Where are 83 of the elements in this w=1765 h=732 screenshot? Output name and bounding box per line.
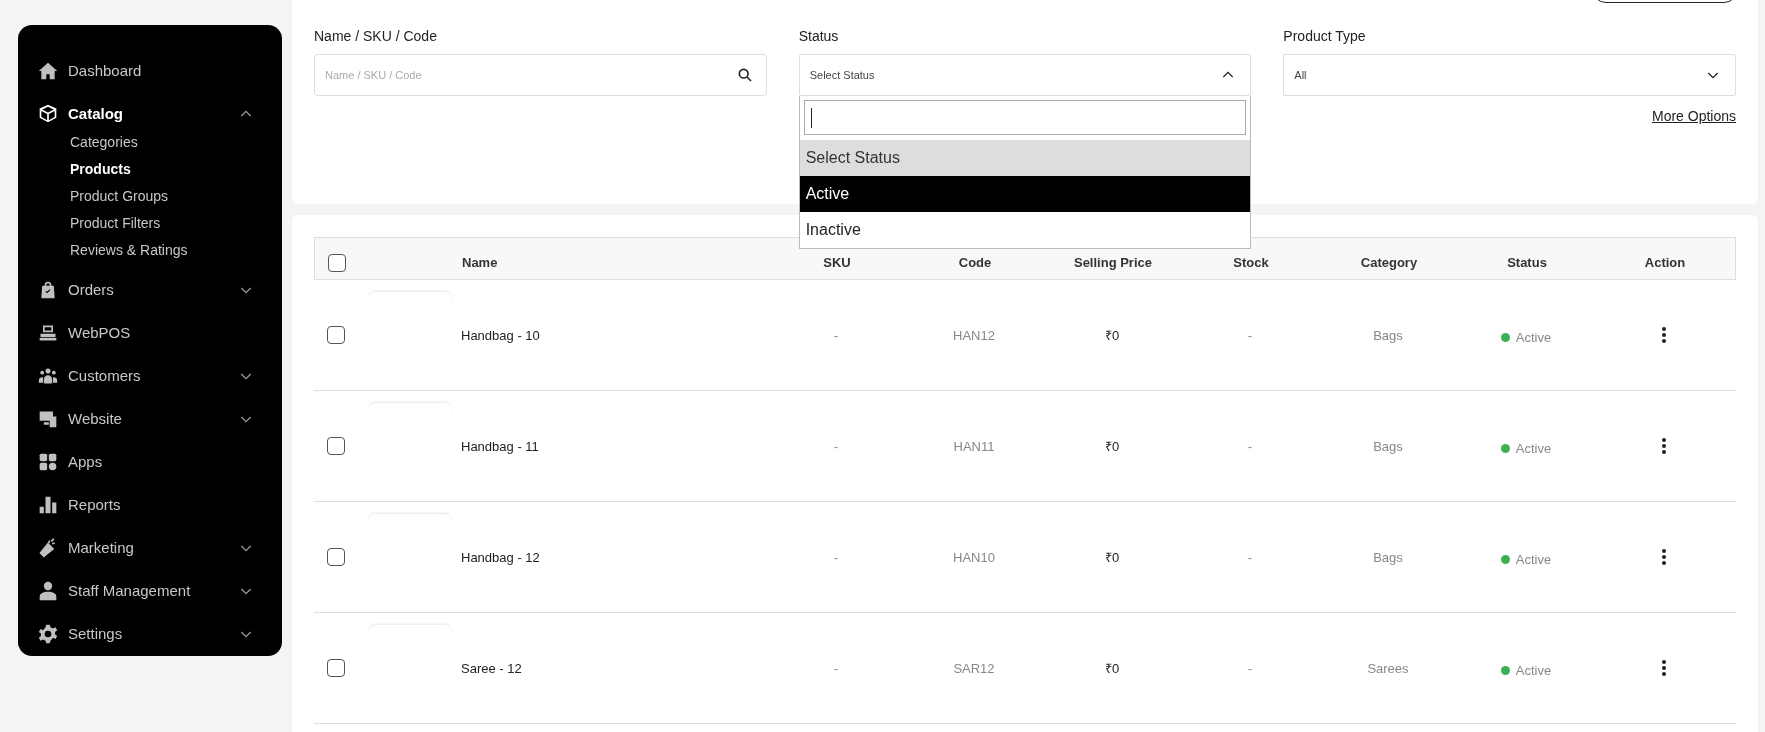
table-cell: Bags xyxy=(1373,327,1403,343)
status-text: Active xyxy=(1515,662,1552,678)
nav-subitem[interactable]: Reviews & Ratings xyxy=(70,237,188,264)
column-header: Name xyxy=(462,255,498,270)
more-vertical-icon[interactable] xyxy=(1662,327,1666,343)
table-cell: - xyxy=(1247,438,1253,454)
more-vertical-icon[interactable] xyxy=(1662,438,1666,454)
column-header: Stock xyxy=(1233,255,1269,270)
checkbox[interactable] xyxy=(328,253,346,272)
text-cursor xyxy=(810,107,812,128)
search-field[interactable]: Name / SKU / Code xyxy=(314,54,767,96)
dropdown-option[interactable]: Active xyxy=(799,176,1251,212)
house-icon xyxy=(38,60,58,81)
table-cell: HAN10 xyxy=(953,549,995,565)
column-header: Selling Price xyxy=(1073,255,1152,270)
table-cell: Bags xyxy=(1373,549,1403,565)
shopping-bag-icon xyxy=(38,279,58,300)
nav-subitem[interactable]: Products xyxy=(70,156,131,183)
nav-item[interactable]: Reports xyxy=(18,483,282,526)
nav-item[interactable]: Marketing xyxy=(18,526,282,569)
column-header: SKU xyxy=(823,255,851,270)
table-cell: - xyxy=(833,549,839,565)
table-cell: - xyxy=(833,660,839,676)
status-select[interactable]: Select Status xyxy=(798,54,1252,96)
table-cell: Handbag - 12 xyxy=(461,549,540,565)
table-cell: Handbag - 10 xyxy=(461,327,540,343)
column-header: Action xyxy=(1644,255,1686,270)
field-label: Product Type xyxy=(1283,28,1367,44)
status-dot xyxy=(1500,332,1510,342)
status-dot xyxy=(1500,443,1510,453)
nav-item[interactable]: Customers xyxy=(18,354,282,397)
nav-item[interactable]: WebPOS xyxy=(18,311,282,354)
column-header: Category xyxy=(1360,255,1418,270)
table-cell: HAN11 xyxy=(953,438,995,454)
nav-item[interactable]: Orders xyxy=(18,268,282,311)
more-vertical-icon[interactable] xyxy=(1662,549,1666,565)
dropdown-option[interactable]: Select Status xyxy=(799,140,1251,176)
nav-subitem[interactable]: Product Groups xyxy=(70,183,169,210)
table-cell: Bags xyxy=(1373,438,1403,454)
table-cell-text: ₹0 xyxy=(1104,438,1120,455)
more-vertical-icon[interactable] xyxy=(1662,660,1666,676)
table-cell-text: ₹0 xyxy=(1104,549,1120,566)
field-label: Status xyxy=(798,28,840,44)
nav-item[interactable]: Staff Management xyxy=(18,569,282,612)
table-cell: SAR12 xyxy=(953,660,995,676)
status-text: Active xyxy=(1515,329,1552,345)
table-cell: Sarees xyxy=(1367,660,1409,676)
table-cell: - xyxy=(833,438,839,454)
gear-icon xyxy=(38,623,58,644)
more-options-link[interactable]: More Options xyxy=(1651,108,1736,124)
nav-item[interactable]: Dashboard xyxy=(18,49,282,92)
checkbox[interactable] xyxy=(327,326,345,344)
table-cell: Handbag - 11 xyxy=(461,438,539,454)
table-cell: - xyxy=(1247,327,1253,343)
search-icon xyxy=(736,67,753,83)
grid-icon xyxy=(38,451,58,472)
status-dot xyxy=(1500,665,1510,675)
nav-item[interactable]: Website xyxy=(18,397,282,440)
nav-item[interactable]: Apps xyxy=(18,440,282,483)
checkbox[interactable] xyxy=(327,437,345,455)
table-cell-text: ₹0 xyxy=(1104,327,1120,344)
status-dot xyxy=(1500,554,1510,564)
checkbox[interactable] xyxy=(327,548,345,566)
product-type-select[interactable]: All xyxy=(1283,54,1736,96)
field-label: Name / SKU / Code xyxy=(314,28,438,44)
status-text: Active xyxy=(1515,551,1552,567)
table-cell: - xyxy=(1247,660,1253,676)
column-header: Code xyxy=(958,255,992,270)
person-icon xyxy=(38,580,58,601)
dropdown-search-field[interactable] xyxy=(803,100,1247,135)
table-cell: - xyxy=(833,327,839,343)
bar-chart-icon xyxy=(38,494,58,515)
table-cell: HAN12 xyxy=(953,327,995,343)
table-cell: Saree - 12 xyxy=(461,660,522,676)
dropdown-option[interactable]: Inactive xyxy=(799,212,1251,248)
box-icon xyxy=(38,103,58,124)
nav-item[interactable]: Settings xyxy=(18,612,282,655)
status-text: Active xyxy=(1515,440,1552,456)
checkbox[interactable] xyxy=(327,659,345,677)
column-header: Status xyxy=(1507,255,1547,270)
nav-subitem[interactable]: Product Filters xyxy=(70,210,161,237)
table-cell: - xyxy=(1247,549,1253,565)
table-cell-text: ₹0 xyxy=(1104,660,1120,677)
